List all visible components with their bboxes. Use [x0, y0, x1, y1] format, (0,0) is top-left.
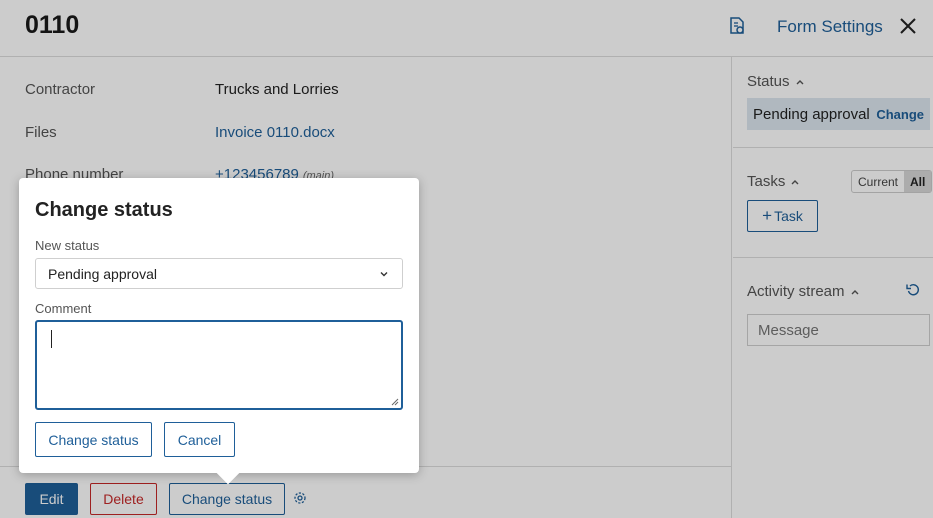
new-status-label: New status — [35, 238, 100, 253]
new-status-select[interactable]: Pending approval — [35, 258, 403, 289]
chevron-down-icon — [380, 271, 388, 276]
comment-textarea[interactable] — [35, 320, 403, 410]
change-status-dialog: Change status New status Pending approva… — [19, 178, 419, 473]
dialog-title: Change status — [35, 199, 173, 221]
cancel-button[interactable]: Cancel — [164, 422, 235, 457]
text-caret — [51, 330, 52, 348]
resize-grip-icon[interactable] — [391, 398, 399, 406]
confirm-change-status-button[interactable]: Change status — [35, 422, 152, 457]
comment-label: Comment — [35, 301, 92, 316]
new-status-value: Pending approval — [48, 265, 157, 282]
